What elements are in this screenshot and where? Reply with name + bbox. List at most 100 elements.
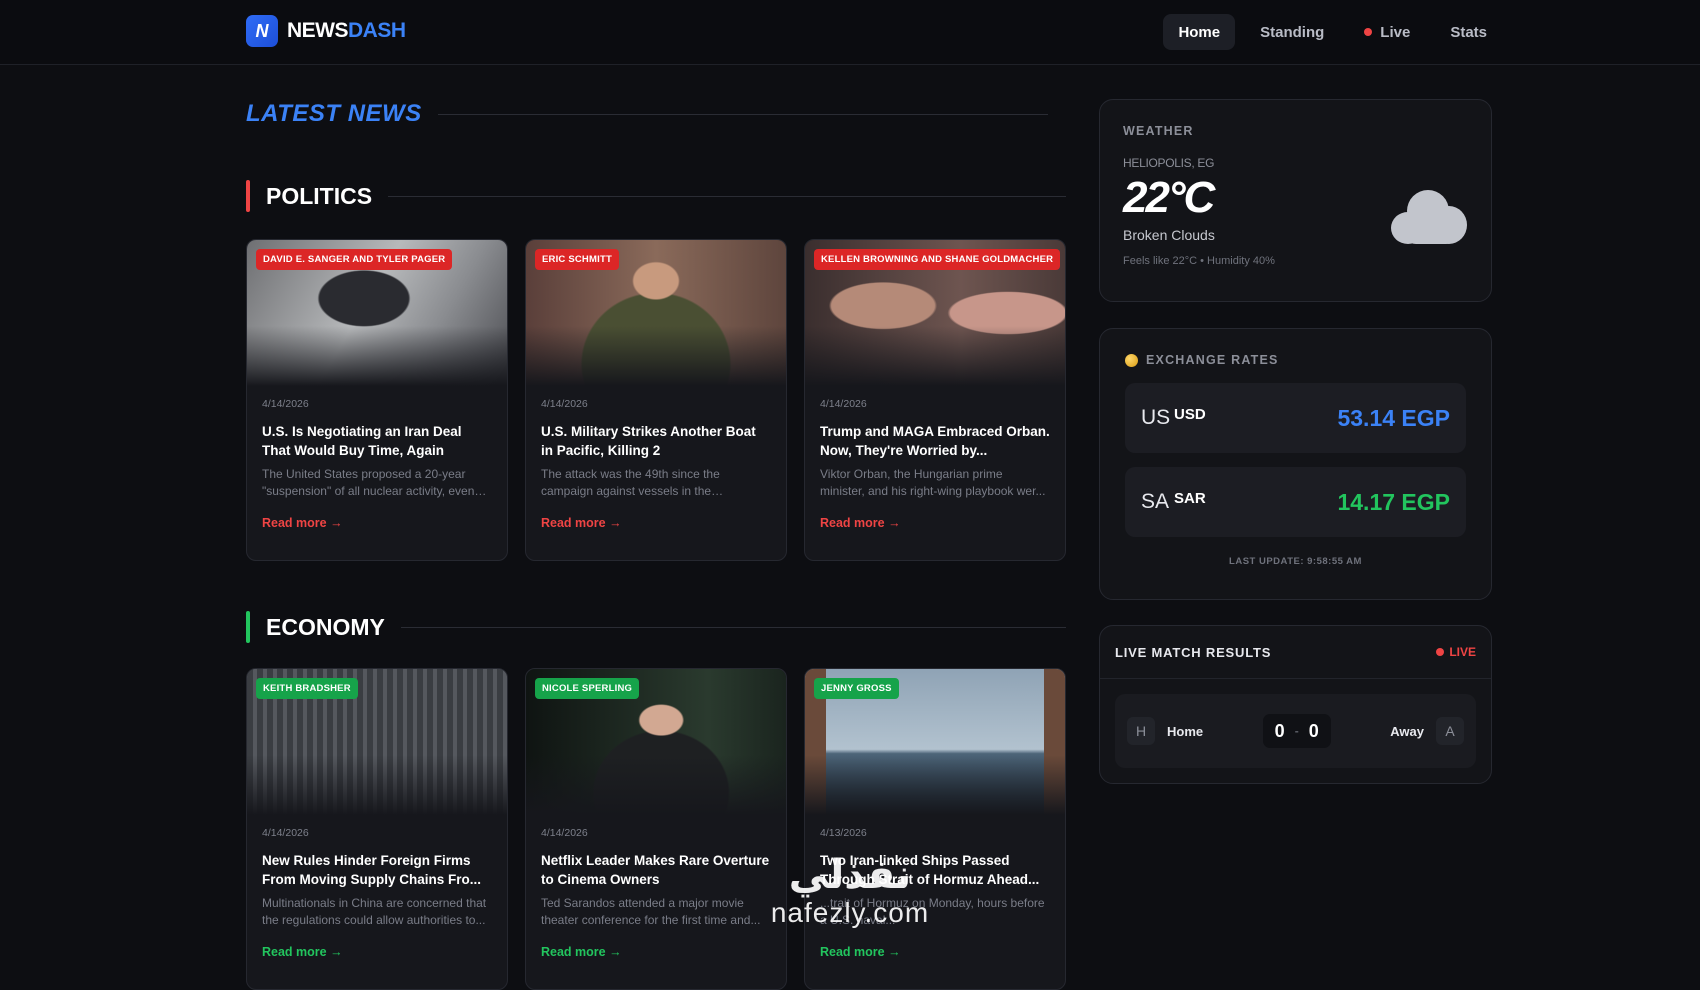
flag-sa: SA	[1141, 490, 1170, 513]
read-more-link[interactable]: Read more →	[262, 516, 343, 530]
live-badge-label: LIVE	[1449, 645, 1476, 659]
news-image[interactable]: KELLEN BROWNING AND SHANE GOLDMACHER	[805, 240, 1065, 386]
match-row[interactable]: H Home 0 - 0 Away A	[1115, 694, 1476, 768]
nav-live-label: Live	[1380, 23, 1411, 41]
watermark-latin: nafezly.com	[770, 897, 930, 928]
away-team-name: Away	[1390, 723, 1424, 739]
weather-widget: WEATHER HELIOPOLIS, EG 22°C Broken Cloud…	[1099, 99, 1492, 302]
scoreboard: 0 - 0	[1262, 714, 1331, 748]
section-header-politics: POLITICS	[246, 180, 1066, 212]
exchange-label: EXCHANGE RATES	[1146, 353, 1279, 367]
currency-code: USD	[1174, 405, 1206, 423]
latest-news-heading: LATEST NEWS	[246, 100, 1048, 128]
nav-standing-label: Standing	[1260, 23, 1325, 41]
score-separator: -	[1294, 724, 1299, 738]
home-score: 0	[1274, 720, 1285, 741]
live-match-widget: LIVE MATCH RESULTS LIVE H Home 0 - 0 Awa…	[1099, 625, 1492, 784]
news-date: 4/14/2026	[262, 827, 309, 839]
watermark-arabic: نفذلي	[788, 852, 912, 898]
news-title[interactable]: U.S. Military Strikes Another Boat in Pa…	[541, 422, 771, 460]
live-dot-icon	[1436, 648, 1445, 656]
weather-details: Feels like 22°C • Humidity 40%	[1123, 255, 1275, 267]
author-badge: KEITH BRADSHER	[256, 678, 358, 699]
news-date: 4/14/2026	[820, 398, 867, 410]
brand-name-part2: DASH	[348, 19, 406, 42]
news-date: 4/14/2026	[541, 827, 588, 839]
news-card[interactable]: NICOLE SPERLING 4/14/2026 Netflix Leader…	[525, 668, 787, 990]
news-date: 4/14/2026	[541, 398, 588, 410]
news-card[interactable]: DAVID E. SANGER AND TYLER PAGER 4/14/202…	[246, 239, 508, 561]
logo-mark-icon: N	[246, 15, 278, 47]
news-date: 4/14/2026	[262, 398, 309, 410]
author-badge: JENNY GROSS	[814, 678, 899, 699]
news-summary: The attack was the 49th since the campai…	[541, 467, 720, 498]
rate-value: 53.14 EGP	[1337, 404, 1450, 431]
section-divider	[400, 626, 1066, 628]
news-summary: The United States proposed a 20-year "su…	[262, 467, 475, 498]
news-title[interactable]: U.S. Is Negotiating an Iran Deal That Wo…	[262, 422, 492, 460]
read-more-link[interactable]: Read more →	[262, 945, 343, 959]
weather-location: HELIOPOLIS, EG	[1123, 156, 1215, 170]
nav-home-label: Home	[1178, 23, 1221, 41]
heading-divider	[437, 113, 1048, 115]
watermark: نفذلي nafezly.com	[750, 852, 950, 928]
news-image[interactable]: NICOLE SPERLING	[526, 669, 786, 815]
politics-cards: DAVID E. SANGER AND TYLER PAGER 4/14/202…	[246, 239, 1066, 561]
news-date: 4/13/2026	[820, 827, 867, 839]
news-title[interactable]: New Rules Hinder Foreign Firms From Movi…	[262, 851, 492, 889]
brand-name-part1: NEWS	[287, 19, 349, 42]
section-header-economy: ECONOMY	[246, 611, 1066, 643]
section-title: ECONOMY	[266, 613, 385, 640]
live-dot-icon	[1364, 28, 1373, 36]
weather-label: WEATHER	[1123, 124, 1194, 138]
live-badge: LIVE	[1436, 645, 1476, 659]
brand-logo[interactable]: N NEWSDASH	[246, 15, 406, 47]
section-accent-bar	[246, 611, 250, 643]
news-card[interactable]: JENNY GROSS 4/13/2026 Two Iran-linked Sh…	[804, 668, 1066, 990]
last-update: LAST UPDATE: 9:58:55 AM	[1229, 556, 1362, 567]
news-summary: Ted Sarandos attended a major movie thea…	[541, 896, 761, 927]
read-more-link[interactable]: Read more →	[820, 945, 901, 959]
nav-live[interactable]: Live	[1349, 14, 1425, 50]
home-team-name: Home	[1167, 723, 1204, 739]
read-more-link[interactable]: Read more →	[541, 945, 622, 959]
economy-cards: KEITH BRADSHER 4/14/2026 New Rules Hinde…	[246, 668, 1066, 990]
top-navigation-bar: N NEWSDASH Home Standing Live Stats	[0, 0, 1700, 65]
home-team-logo: H	[1127, 717, 1155, 745]
news-card[interactable]: ERIC SCHMITT 4/14/2026 U.S. Military Str…	[525, 239, 787, 561]
coins-icon	[1125, 353, 1138, 367]
section-divider	[388, 195, 1066, 197]
page-title: LATEST NEWS	[246, 100, 422, 127]
match-label: LIVE MATCH RESULTS	[1115, 644, 1272, 660]
author-badge: NICOLE SPERLING	[535, 678, 640, 699]
author-badge: ERIC SCHMITT	[535, 249, 619, 270]
brand-name: NEWSDASH	[287, 19, 406, 43]
section-accent-bar	[246, 180, 250, 212]
news-card[interactable]: KELLEN BROWNING AND SHANE GOLDMACHER 4/1…	[804, 239, 1066, 561]
news-image[interactable]: JENNY GROSS	[805, 669, 1065, 815]
news-card[interactable]: KEITH BRADSHER 4/14/2026 New Rules Hinde…	[246, 668, 508, 990]
rate-row-sar: SA SAR 14.17 EGP	[1125, 467, 1466, 537]
news-title[interactable]: Trump and MAGA Embraced Orban. Now, They…	[820, 422, 1050, 460]
rate-value: 14.17 EGP	[1337, 488, 1450, 515]
nav-stats[interactable]: Stats	[1435, 14, 1502, 50]
nav-home[interactable]: Home	[1163, 14, 1236, 50]
rate-row-usd: US USD 53.14 EGP	[1125, 383, 1466, 453]
nav-standing[interactable]: Standing	[1245, 14, 1339, 50]
read-more-link[interactable]: Read more →	[541, 516, 622, 530]
news-summary: Viktor Orban, the Hungarian prime minist…	[820, 467, 1046, 498]
section-title: POLITICS	[266, 182, 373, 209]
news-image[interactable]: ERIC SCHMITT	[526, 240, 786, 386]
nav-stats-label: Stats	[1450, 23, 1487, 41]
flag-us: US	[1141, 406, 1171, 429]
away-team-logo: A	[1435, 717, 1464, 745]
author-badge: DAVID E. SANGER AND TYLER PAGER	[256, 249, 453, 270]
news-image[interactable]: KEITH BRADSHER	[247, 669, 507, 815]
author-badge: KELLEN BROWNING AND SHANE GOLDMACHER	[814, 249, 1061, 270]
news-title[interactable]: Netflix Leader Makes Rare Overture to Ci…	[541, 851, 771, 889]
news-summary: Multinationals in China are concerned th…	[262, 896, 487, 927]
currency-code: SAR	[1174, 489, 1206, 507]
read-more-link[interactable]: Read more →	[820, 516, 901, 530]
news-image[interactable]: DAVID E. SANGER AND TYLER PAGER	[247, 240, 507, 386]
cloud-icon	[1391, 190, 1467, 244]
